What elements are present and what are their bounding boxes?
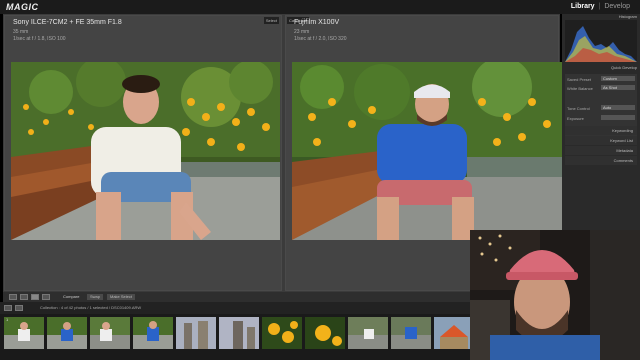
thumb-number: 1 — [6, 317, 9, 322]
candidate-photo[interactable] — [292, 62, 562, 240]
compare-label: Compare — [63, 294, 80, 299]
select-exposure: 1/sec at f / 1.8, ISO 100 — [13, 36, 66, 42]
filmstrip-thumb-selected[interactable] — [47, 317, 87, 349]
app-logo: MAGIC — [6, 2, 39, 12]
grid-view-icon[interactable] — [9, 294, 17, 300]
filmstrip-thumb[interactable] — [219, 317, 259, 349]
select-focal: 35 mm — [13, 29, 29, 35]
webcam-image — [470, 230, 640, 360]
filmstrip-thumb[interactable]: 1 — [4, 317, 44, 349]
candidate-camera: Fujifilm X100V — [294, 19, 340, 26]
module-picker: Library | Develop — [571, 3, 630, 10]
histogram — [565, 20, 637, 62]
saved-preset-label: Saved Preset — [567, 77, 592, 82]
exposure-stepper[interactable] — [601, 115, 635, 120]
select-pane[interactable]: Select Sony ILCE-7CM2 + FE 35mm F1.8 35 … — [4, 15, 282, 291]
saved-preset-select[interactable]: Custom — [601, 76, 635, 81]
comments-section[interactable]: Comments — [565, 156, 637, 165]
histogram-graph — [565, 26, 637, 62]
histogram-title[interactable]: Histogram — [565, 14, 637, 19]
select-photo[interactable] — [11, 62, 280, 240]
thumb-image — [348, 317, 388, 349]
grid-icon[interactable] — [15, 305, 23, 311]
second-window-icon[interactable] — [4, 305, 12, 311]
white-balance-label: White Balance — [567, 86, 593, 91]
candidate-photo-image — [292, 62, 562, 240]
thumb-image — [133, 317, 173, 349]
candidate-focal: 23 mm — [294, 29, 310, 35]
thumb-image — [219, 317, 259, 349]
loupe-view-icon[interactable] — [20, 294, 28, 300]
thumb-image — [4, 317, 44, 349]
filmstrip-thumb[interactable] — [434, 317, 474, 349]
filmstrip-thumb[interactable] — [348, 317, 388, 349]
module-library[interactable]: Library — [571, 3, 595, 10]
thumb-image — [176, 317, 216, 349]
filmstrip-thumb[interactable] — [305, 317, 345, 349]
tone-control-label: Tone Control — [567, 106, 590, 111]
quick-develop-title[interactable]: Quick Develop — [565, 65, 637, 70]
candidate-exposure: 1/sec at f / 2.0, ISO 320 — [294, 36, 347, 42]
filmstrip-thumb[interactable] — [133, 317, 173, 349]
compare-view-icon[interactable] — [31, 294, 39, 300]
filmstrip-path[interactable]: Collection : 4 of 42 photos / 1 selected… — [40, 305, 141, 310]
thumb-image — [391, 317, 431, 349]
swap-button[interactable]: Swap — [87, 294, 104, 300]
metadata-section[interactable]: Metadata — [565, 146, 637, 155]
webcam-overlay — [470, 230, 640, 360]
white-balance-select[interactable]: As Shot — [601, 85, 635, 90]
make-select-button[interactable]: Make Select — [107, 294, 136, 300]
keywording-section[interactable]: Keywording — [565, 126, 637, 135]
select-photo-image — [11, 62, 280, 240]
thumb-image — [262, 317, 302, 349]
exposure-label: Exposure — [567, 116, 584, 121]
white-balance-value: As Shot — [603, 85, 618, 90]
top-bar: MAGIC Library | Develop — [0, 0, 640, 14]
filmstrip-thumb[interactable] — [90, 317, 130, 349]
select-tag: Select — [263, 17, 279, 24]
thumb-image — [305, 317, 345, 349]
thumb-image — [434, 317, 474, 349]
select-camera: Sony ILCE-7CM2 + FE 35mm F1.8 — [13, 19, 122, 26]
tone-control-button[interactable]: Auto — [601, 105, 635, 110]
filmstrip-thumb[interactable] — [391, 317, 431, 349]
keyword-list-section[interactable]: Keyword List — [565, 136, 637, 145]
module-develop[interactable]: Develop — [604, 3, 630, 10]
module-separator: | — [598, 3, 601, 10]
saved-preset-value: Custom — [603, 76, 617, 81]
thumb-image — [90, 317, 130, 349]
survey-view-icon[interactable] — [42, 294, 50, 300]
tone-control-value: Auto — [603, 105, 612, 110]
filmstrip-thumb[interactable] — [262, 317, 302, 349]
thumb-image — [47, 317, 87, 349]
filmstrip-thumb[interactable] — [176, 317, 216, 349]
